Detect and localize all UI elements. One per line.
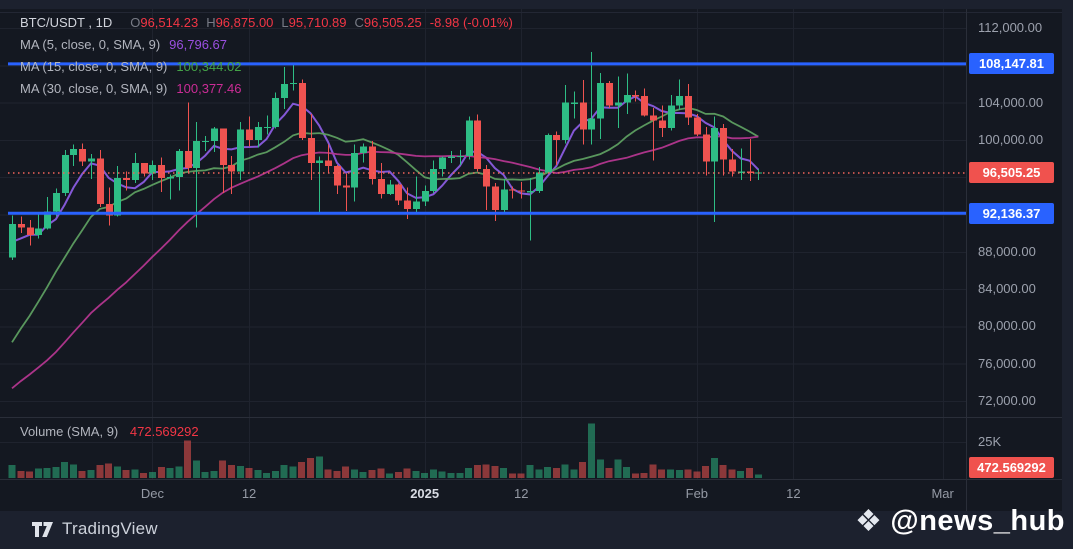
low-value: 95,710.89 (288, 14, 347, 30)
ma30-legend-row[interactable]: MA (30, close, 0, SMA, 9) 100,377.46 (20, 77, 513, 99)
high-key: H (206, 14, 216, 30)
volume-label: Volume (SMA, 9) (20, 424, 119, 439)
ma15-label: MA (15, close, 0, SMA, 9) (20, 58, 168, 74)
time-axis[interactable]: Dec 12 2025 12 Feb 12 Mar (0, 479, 966, 511)
ma15-legend-row[interactable]: MA (15, close, 0, SMA, 9) 100,344.02 (20, 55, 513, 77)
price-tick: 88,000.00 (978, 243, 1036, 259)
tradingview-brand-text: TradingView (62, 519, 158, 538)
high-value: 96,875.00 (215, 14, 274, 30)
close-key: C (354, 14, 364, 30)
price-tick: 104,000.00 (978, 94, 1044, 110)
price-line-label: 92,136.37 (969, 202, 1054, 224)
binance-diamond-icon: ❖ (855, 504, 883, 538)
legend: BTC/USDT , 1D O 96,514.23 H 96,875.00 L … (20, 11, 513, 99)
low-key: L (281, 14, 289, 30)
price-tick: 76,000.00 (978, 355, 1036, 371)
last-price-label: 96,505.25 (969, 161, 1054, 183)
symbol-legend-row[interactable]: BTC/USDT , 1D O 96,514.23 H 96,875.00 L … (20, 11, 513, 33)
watermark-handle: @news_hub (890, 505, 1065, 537)
volume-legend[interactable]: Volume (SMA, 9) 472.569292 (20, 424, 199, 439)
volume-tick: 25K (978, 434, 1002, 449)
ma30-label: MA (30, close, 0, SMA, 9) (20, 80, 168, 96)
time-tick: Feb (685, 486, 709, 501)
time-tick: 2025 (410, 486, 440, 501)
ma5-label: MA (5, close, 0, SMA, 9) (20, 36, 161, 52)
volume-sma-value: 472.569292 (129, 424, 199, 439)
ma5-value: 96,796.67 (169, 36, 227, 52)
watermark: ❖ @news_hub (855, 505, 1065, 538)
time-tick: 12 (514, 486, 529, 501)
ma5-line (11, 95, 760, 243)
change-value: -8.98 (-0.01%) (429, 14, 513, 30)
price-tick: 100,000.00 (978, 131, 1044, 147)
ma30-line (11, 135, 759, 389)
ma5-legend-row[interactable]: MA (5, close, 0, SMA, 9) 96,796.67 (20, 33, 513, 55)
price-tick: 80,000.00 (978, 318, 1036, 334)
symbol-title: BTC/USDT , 1D (20, 14, 113, 30)
time-tick: Dec (140, 486, 165, 501)
time-tick: 12 (241, 486, 257, 501)
chart-widget: BTC/USDT , 1D O 96,514.23 H 96,875.00 L … (0, 0, 1062, 511)
price-tick: 112,000.00 (978, 20, 1043, 35)
tradingview-attribution[interactable]: TradingView (32, 519, 158, 539)
open-value: 96,514.23 (140, 14, 199, 30)
close-value: 96,505.25 (363, 14, 422, 30)
price-tick: 72,000.00 (978, 393, 1036, 408)
tradingview-logo-icon (32, 521, 53, 537)
time-tick: Mar (931, 486, 954, 501)
time-tick: 12 (786, 486, 801, 501)
price-tick: 84,000.00 (978, 281, 1036, 297)
ma30-value: 100,377.46 (176, 80, 242, 96)
price-line-label: 108,147.81 (969, 53, 1054, 75)
volume-value-label: 472.569292 (969, 456, 1054, 478)
ma15-line (11, 106, 759, 343)
open-key: O (130, 14, 141, 30)
price-axis[interactable]: 112,000.00 104,000.00 100,000.00 88,000.00 8… (966, 0, 1062, 511)
ma15-value: 100,344.02 (176, 58, 242, 74)
